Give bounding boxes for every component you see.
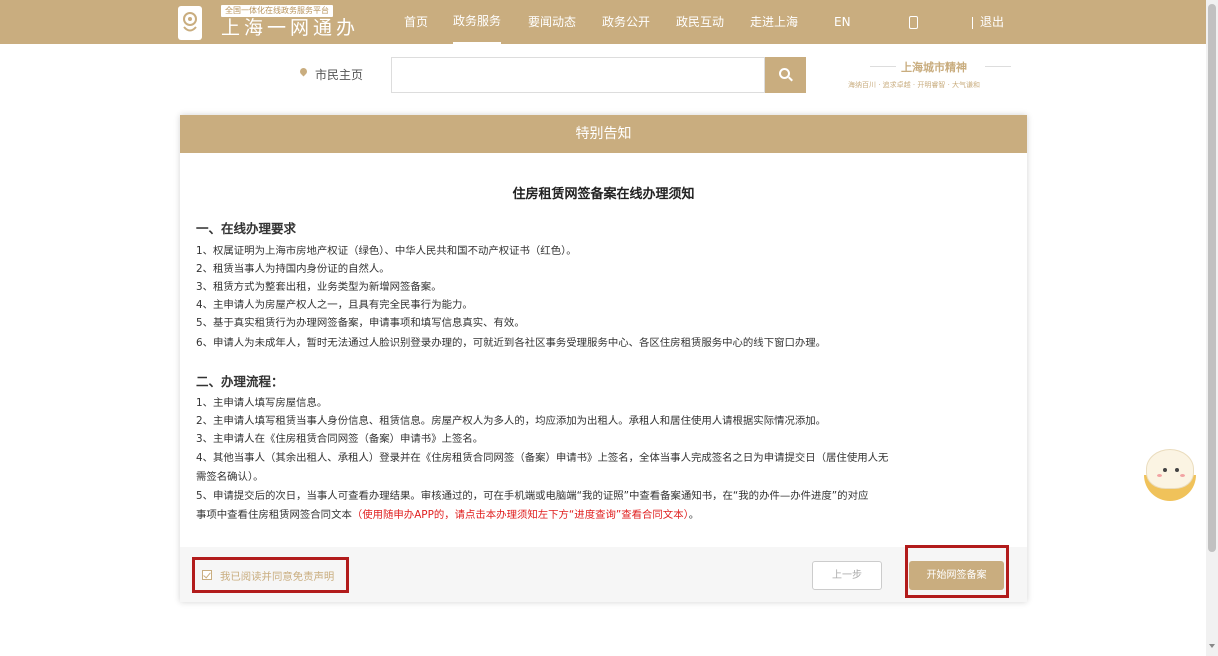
- nav-gov-open[interactable]: 政务公开: [602, 0, 650, 44]
- list-item: 5、基于真实租赁行为办理网签备案，申请事项和填写信息真实、有效。: [196, 317, 525, 329]
- scrollbar-thumb[interactable]: [1208, 4, 1216, 552]
- divider: [972, 16, 973, 29]
- scroll-down-icon[interactable]: [1209, 644, 1215, 648]
- app-progress-hint: （使用随申办APP的，请点击本办理须知左下方“进度查询”查看合同文本）: [351, 509, 689, 521]
- list-item: 4、主申请人为房屋产权人之一，且具有完全民事行为能力。: [196, 299, 473, 311]
- list-item: 需签名确认）。: [196, 471, 264, 483]
- list-item: 2、租赁当事人为持国内身份证的自然人。: [196, 263, 390, 275]
- logout-label: 退出: [980, 15, 1005, 29]
- mascot-eye: [1163, 468, 1167, 472]
- mascot-assistant-icon[interactable]: [1142, 447, 1198, 503]
- location-pin-icon: [298, 66, 309, 77]
- section-title: 二、办理流程：: [196, 374, 284, 389]
- highlight-box: [905, 545, 1009, 598]
- divider: [985, 66, 1011, 67]
- list-item: 6、申请人为未成年人，暂时无法通过人脸识别登录办理的，可就近到各社区事务受理服务…: [196, 337, 827, 349]
- notice-title: 住房租赁网签备案在线办理须知: [512, 187, 695, 202]
- nav-news[interactable]: 要闻动态: [528, 0, 576, 44]
- divider: [870, 66, 896, 67]
- search-icon-handle: [788, 76, 793, 82]
- search-button[interactable]: [765, 57, 806, 93]
- nav-interaction[interactable]: 政民互动: [676, 0, 724, 44]
- nav-gov-services[interactable]: 政务服务: [453, 0, 502, 44]
- list-item: 4、其他当事人（其余出租人、承租人）登录并在《住房租赁合同网签（备案）申请书》上…: [196, 452, 889, 464]
- list-item: 1、主申请人填写房屋信息。: [196, 397, 328, 409]
- logout-link[interactable]: 退出: [972, 0, 1004, 44]
- nav-home[interactable]: 首页: [404, 0, 428, 44]
- list-item: 2、主申请人填写租赁当事人身份信息、租赁信息。房屋产权人为多人的，均应添加为出租…: [196, 415, 827, 427]
- mascot-cheek: [1157, 474, 1162, 477]
- city-spirit-subtitle: 海纳百川 · 追求卓越 · 开明睿智 · 大气谦和: [848, 81, 981, 89]
- logo-icon[interactable]: [178, 6, 202, 40]
- list-item: 5、申请提交后的次日，当事人可查看办理结果。审核通过的，可在手机端或电脑端“我的…: [196, 490, 869, 502]
- list-item-end: 。: [688, 509, 700, 521]
- city-spirit-title: 上海城市精神: [901, 61, 967, 74]
- logo-title[interactable]: 上海一网通办: [221, 17, 359, 39]
- list-item: 1、权属证明为上海市房地产权证（绿色）、中华人民共和国不动产权证书（红色）。: [196, 245, 577, 257]
- list-item: 3、租赁方式为整套出租，业务类型为新增网签备案。: [196, 281, 442, 293]
- citizen-home-link[interactable]: 市民主页: [315, 66, 363, 83]
- notice-card: 特别告知 住房租赁网签备案在线办理须知 一、在线办理要求 1、权属证明为上海市房…: [180, 115, 1027, 602]
- top-navbar: 全国一体化在线政务服务平台 上海一网通办 首页 政务服务 要闻动态 政务公开 政…: [0, 0, 1206, 44]
- list-item: 事项中查看住房租赁网签合同文本（使用随申办APP的，请点击本办理须知左下方“进度…: [196, 508, 699, 523]
- nav-about-shanghai[interactable]: 走进上海: [750, 0, 798, 44]
- highlight-box: [192, 557, 349, 593]
- notice-header: 特别告知: [180, 115, 1027, 153]
- mascot-eye: [1175, 468, 1179, 472]
- mascot-bun: [1146, 449, 1194, 489]
- nav-english[interactable]: EN: [834, 0, 851, 44]
- mobile-icon[interactable]: [909, 16, 918, 29]
- list-item-text: 事项中查看住房租赁网签合同文本: [196, 509, 352, 521]
- search-input[interactable]: [391, 57, 765, 93]
- list-item: 3、主申请人在《住房租赁合同网签（备案）申请书》上签名。: [196, 433, 484, 445]
- mascot-cheek: [1180, 474, 1185, 477]
- section-title: 一、在线办理要求: [196, 221, 297, 236]
- vertical-scrollbar[interactable]: [1206, 0, 1218, 656]
- previous-step-button[interactable]: 上一步: [812, 561, 882, 590]
- logo-tag: 全国一体化在线政务服务平台: [221, 5, 333, 17]
